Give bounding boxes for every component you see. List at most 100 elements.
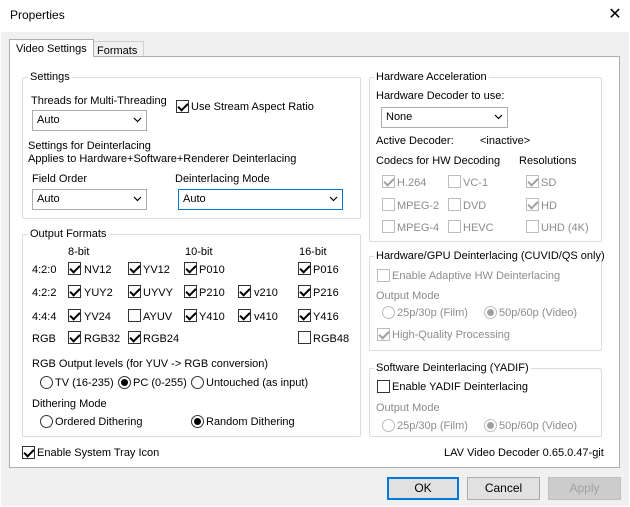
nv12-label: NV12: [84, 264, 112, 276]
uyvy-checkbox[interactable]: [128, 285, 141, 298]
field-order-dropdown[interactable]: Auto: [32, 189, 147, 210]
hw-video-label: 50p/60p (Video): [499, 307, 578, 319]
hw-deint-group-label: Hardware/GPU Deinterlacing (CUVID/QS onl…: [374, 250, 607, 262]
sw-output-mode-label: Output Mode: [376, 402, 440, 414]
mpeg2-label: MPEG-2: [397, 200, 440, 212]
sd-label: SD: [541, 177, 557, 189]
threads-label: Threads for Multi-Threading: [31, 95, 167, 107]
sd-checkbox[interactable]: [526, 175, 539, 188]
deint-mode-dropdown[interactable]: Auto: [178, 189, 343, 210]
tv-levels-radio[interactable]: [40, 376, 53, 389]
mpeg4-checkbox[interactable]: [382, 220, 395, 233]
yuy2-label: YUY2: [84, 287, 113, 299]
row-label-422: 4:2:2: [32, 287, 57, 299]
v410-label: v410: [254, 311, 278, 323]
aspect-ratio-checkbox[interactable]: [176, 100, 189, 113]
deint-settings-label: Settings for Deinterlacing: [28, 140, 151, 152]
ordered-dithering-label: Ordered Dithering: [55, 416, 143, 428]
chevron-down-icon: [329, 196, 338, 202]
dvd-checkbox[interactable]: [448, 198, 461, 211]
apply-button[interactable]: Apply: [548, 477, 621, 500]
yadif-checkbox[interactable]: [377, 380, 390, 393]
field-order-value: Auto: [37, 193, 60, 205]
header-16bit: 16-bit: [299, 246, 327, 258]
ok-button[interactable]: OK: [387, 477, 459, 500]
p016-label: P016: [313, 264, 339, 276]
deint-applies-label: Applies to Hardware+Software+Renderer De…: [28, 153, 297, 165]
rgb32-checkbox[interactable]: [68, 331, 81, 344]
chevron-down-icon: [133, 117, 142, 123]
y416-checkbox[interactable]: [298, 309, 311, 322]
rgb-levels-label: RGB Output levels (for YUV -> RGB conver…: [32, 358, 269, 370]
tab-formats[interactable]: Formats: [90, 41, 145, 57]
v210-checkbox[interactable]: [238, 285, 251, 298]
deint-mode-label: Deinterlacing Mode: [175, 173, 270, 185]
rgb24-checkbox[interactable]: [128, 331, 141, 344]
v410-checkbox[interactable]: [238, 309, 251, 322]
sw-video-radio[interactable]: [484, 419, 497, 432]
tv-levels-label: TV (16-235): [55, 377, 114, 389]
nv12-checkbox[interactable]: [68, 262, 81, 275]
threads-value: Auto: [37, 114, 60, 126]
cancel-button[interactable]: Cancel: [467, 477, 540, 500]
pc-levels-radio[interactable]: [118, 376, 131, 389]
random-dithering-radio[interactable]: [191, 415, 204, 428]
hw-accel-group-label: Hardware Acceleration: [374, 71, 489, 83]
threads-dropdown[interactable]: Auto: [32, 110, 147, 131]
ordered-dithering-radio[interactable]: [40, 415, 53, 428]
deint-mode-value: Auto: [183, 193, 206, 205]
hw-video-radio[interactable]: [484, 306, 497, 319]
y410-checkbox[interactable]: [184, 309, 197, 322]
hd-checkbox[interactable]: [526, 198, 539, 211]
yv12-label: YV12: [143, 264, 170, 276]
yadif-label: Enable YADIF Deinterlacing: [392, 381, 528, 393]
vc1-label: VC-1: [463, 177, 489, 189]
aspect-ratio-label: Use Stream Aspect Ratio: [191, 101, 314, 113]
p216-checkbox[interactable]: [298, 285, 311, 298]
untouched-levels-label: Untouched (as input): [206, 377, 309, 389]
system-tray-label: Enable System Tray Icon: [37, 447, 160, 459]
uyvy-label: UYVY: [143, 287, 173, 299]
hq-processing-checkbox[interactable]: [377, 328, 390, 341]
row-label-444: 4:4:4: [32, 311, 57, 323]
hw-decoder-dropdown[interactable]: None: [381, 107, 508, 128]
hw-output-mode-label: Output Mode: [376, 290, 440, 302]
tab-video-settings[interactable]: Video Settings: [9, 39, 94, 57]
active-decoder-label: Active Decoder:: [376, 135, 454, 147]
rgb48-label: RGB48: [313, 333, 350, 345]
yv12-checkbox[interactable]: [128, 262, 141, 275]
p010-checkbox[interactable]: [184, 262, 197, 275]
h264-checkbox[interactable]: [382, 175, 395, 188]
p016-checkbox[interactable]: [298, 262, 311, 275]
vc1-checkbox[interactable]: [448, 175, 461, 188]
hevc-label: HEVC: [463, 222, 494, 234]
hw-decoder-label: Hardware Decoder to use:: [376, 90, 505, 102]
hd-label: HD: [541, 200, 557, 212]
hw-decoder-value: None: [386, 111, 413, 123]
resolutions-label: Resolutions: [519, 155, 577, 167]
sw-film-radio[interactable]: [382, 419, 395, 432]
chevron-down-icon: [133, 196, 142, 202]
untouched-levels-radio[interactable]: [191, 376, 204, 389]
row-label-rgb: RGB: [32, 333, 56, 345]
yuy2-checkbox[interactable]: [68, 285, 81, 298]
header-10bit: 10-bit: [185, 246, 213, 258]
sw-deint-group-label: Software Deinterlacing (YADIF): [374, 362, 531, 374]
adaptive-hw-deint-checkbox[interactable]: [377, 269, 390, 282]
active-decoder-value: <inactive>: [480, 135, 531, 147]
rgb48-checkbox[interactable]: [298, 331, 311, 344]
uhd-checkbox[interactable]: [526, 220, 539, 233]
p210-checkbox[interactable]: [184, 285, 197, 298]
yv24-label: YV24: [84, 311, 111, 323]
close-icon[interactable]: ✕: [604, 4, 626, 26]
system-tray-checkbox[interactable]: [22, 446, 35, 459]
hevc-checkbox[interactable]: [448, 220, 461, 233]
hw-film-radio[interactable]: [382, 306, 395, 319]
pc-levels-label: PC (0-255): [133, 377, 187, 389]
mpeg2-checkbox[interactable]: [382, 198, 395, 211]
ayuv-checkbox[interactable]: [128, 309, 141, 322]
yv24-checkbox[interactable]: [68, 309, 81, 322]
rgb24-label: RGB24: [143, 333, 180, 345]
ayuv-label: AYUV: [143, 311, 173, 323]
mpeg4-label: MPEG-4: [397, 222, 440, 234]
